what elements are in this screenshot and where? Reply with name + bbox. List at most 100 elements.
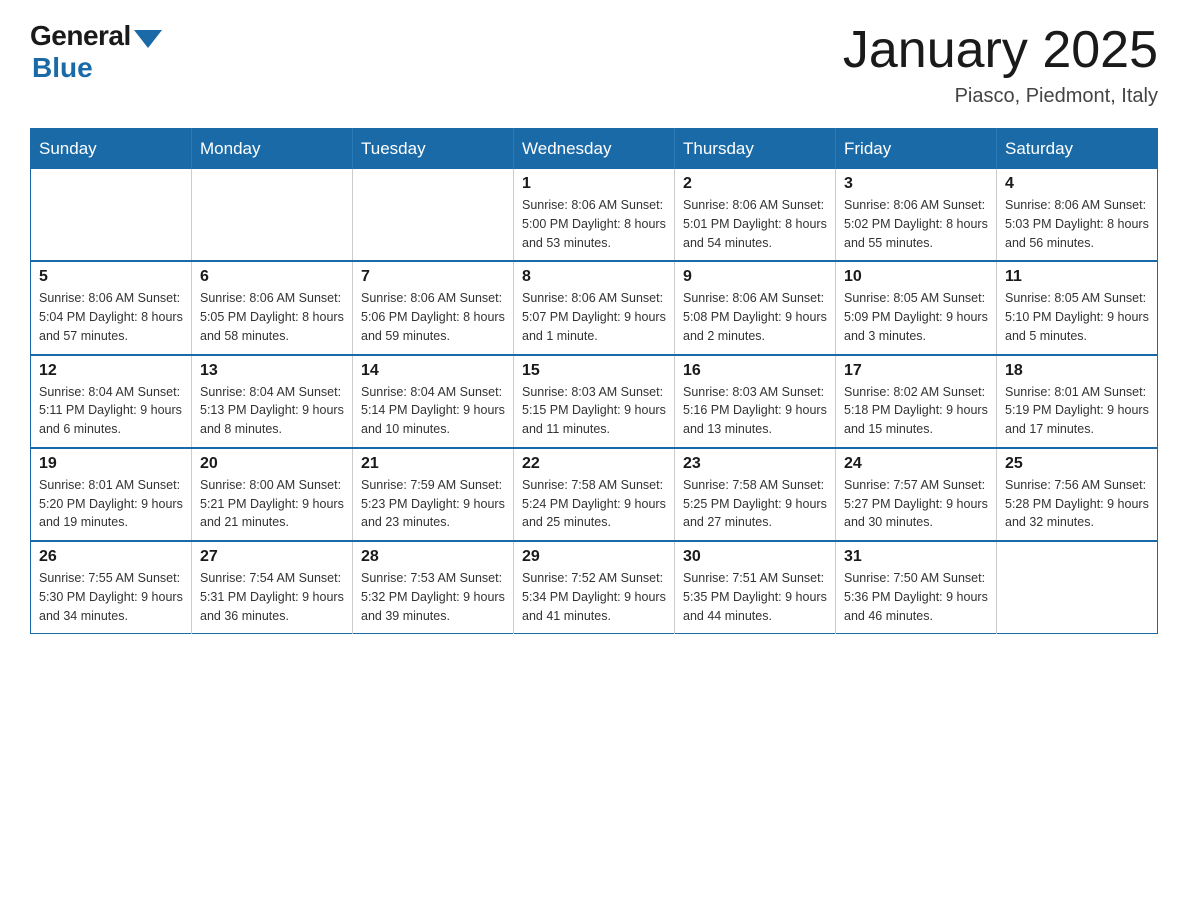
calendar-week-row: 1 Sunrise: 8:06 AM Sunset: 5:00 PM Daylig…	[31, 169, 1158, 261]
day-number: 31	[844, 548, 988, 566]
day-info: Sunrise: 7:53 AM Sunset: 5:32 PM Dayligh…	[361, 569, 505, 625]
day-number: 22	[522, 455, 666, 473]
calendar-cell: 21 Sunrise: 7:59 AM Sunset: 5:23 PM Dayli…	[353, 448, 514, 541]
day-info: Sunrise: 8:06 AM Sunset: 5:04 PM Dayligh…	[39, 289, 183, 345]
calendar-cell	[31, 169, 192, 261]
day-number: 8	[522, 268, 666, 286]
calendar-cell: 5 Sunrise: 8:06 AM Sunset: 5:04 PM Daylig…	[31, 261, 192, 354]
calendar-week-row: 5 Sunrise: 8:06 AM Sunset: 5:04 PM Daylig…	[31, 261, 1158, 354]
day-info: Sunrise: 8:06 AM Sunset: 5:08 PM Dayligh…	[683, 289, 827, 345]
day-number: 9	[683, 268, 827, 286]
day-info: Sunrise: 8:01 AM Sunset: 5:20 PM Dayligh…	[39, 476, 183, 532]
calendar-cell: 7 Sunrise: 8:06 AM Sunset: 5:06 PM Daylig…	[353, 261, 514, 354]
day-number: 6	[200, 268, 344, 286]
day-info: Sunrise: 8:06 AM Sunset: 5:07 PM Dayligh…	[522, 289, 666, 345]
day-number: 19	[39, 455, 183, 473]
logo-general-text: General	[30, 20, 131, 52]
calendar-week-row: 26 Sunrise: 7:55 AM Sunset: 5:30 PM Dayli…	[31, 541, 1158, 634]
day-info: Sunrise: 8:06 AM Sunset: 5:05 PM Dayligh…	[200, 289, 344, 345]
header-tuesday: Tuesday	[353, 129, 514, 170]
header-monday: Monday	[192, 129, 353, 170]
day-number: 7	[361, 268, 505, 286]
day-info: Sunrise: 7:58 AM Sunset: 5:25 PM Dayligh…	[683, 476, 827, 532]
day-info: Sunrise: 7:50 AM Sunset: 5:36 PM Dayligh…	[844, 569, 988, 625]
page-header: General Blue January 2025 Piasco, Piedmo…	[30, 20, 1158, 108]
calendar-cell: 18 Sunrise: 8:01 AM Sunset: 5:19 PM Dayli…	[997, 355, 1158, 448]
day-info: Sunrise: 8:00 AM Sunset: 5:21 PM Dayligh…	[200, 476, 344, 532]
day-info: Sunrise: 8:05 AM Sunset: 5:10 PM Dayligh…	[1005, 289, 1149, 345]
calendar-cell: 26 Sunrise: 7:55 AM Sunset: 5:30 PM Dayli…	[31, 541, 192, 634]
day-info: Sunrise: 7:56 AM Sunset: 5:28 PM Dayligh…	[1005, 476, 1149, 532]
day-number: 2	[683, 175, 827, 193]
calendar-cell: 22 Sunrise: 7:58 AM Sunset: 5:24 PM Dayli…	[514, 448, 675, 541]
calendar-cell: 1 Sunrise: 8:06 AM Sunset: 5:00 PM Daylig…	[514, 169, 675, 261]
calendar-cell: 27Sunrise: 7:54 AM Sunset: 5:31 PM Dayli…	[192, 541, 353, 634]
calendar-week-row: 19 Sunrise: 8:01 AM Sunset: 5:20 PM Dayli…	[31, 448, 1158, 541]
calendar-cell	[192, 169, 353, 261]
header-saturday: Saturday	[997, 129, 1158, 170]
day-info: Sunrise: 8:06 AM Sunset: 5:00 PM Dayligh…	[522, 196, 666, 252]
day-number: 1	[522, 175, 666, 193]
day-number: 15	[522, 362, 666, 380]
day-number: 26	[39, 548, 183, 566]
calendar-table: SundayMondayTuesdayWednesdayThursdayFrid…	[30, 128, 1158, 634]
day-info: Sunrise: 7:51 AM Sunset: 5:35 PM Dayligh…	[683, 569, 827, 625]
day-number: 17	[844, 362, 988, 380]
calendar-cell: 16 Sunrise: 8:03 AM Sunset: 5:16 PM Dayli…	[675, 355, 836, 448]
day-number: 21	[361, 455, 505, 473]
calendar-cell: 28 Sunrise: 7:53 AM Sunset: 5:32 PM Dayli…	[353, 541, 514, 634]
day-info: Sunrise: 8:04 AM Sunset: 5:11 PM Dayligh…	[39, 383, 183, 439]
day-number: 28	[361, 548, 505, 566]
calendar-cell: 8 Sunrise: 8:06 AM Sunset: 5:07 PM Daylig…	[514, 261, 675, 354]
calendar-cell: 20Sunrise: 8:00 AM Sunset: 5:21 PM Dayli…	[192, 448, 353, 541]
day-info: Sunrise: 7:55 AM Sunset: 5:30 PM Dayligh…	[39, 569, 183, 625]
day-info: Sunrise: 8:04 AM Sunset: 5:14 PM Dayligh…	[361, 383, 505, 439]
calendar-cell: 19 Sunrise: 8:01 AM Sunset: 5:20 PM Dayli…	[31, 448, 192, 541]
header-thursday: Thursday	[675, 129, 836, 170]
day-number: 24	[844, 455, 988, 473]
day-number: 5	[39, 268, 183, 286]
day-info: Sunrise: 8:01 AM Sunset: 5:19 PM Dayligh…	[1005, 383, 1149, 439]
day-number: 25	[1005, 455, 1149, 473]
calendar-cell: 2 Sunrise: 8:06 AM Sunset: 5:01 PM Daylig…	[675, 169, 836, 261]
calendar-cell: 31 Sunrise: 7:50 AM Sunset: 5:36 PM Dayli…	[836, 541, 997, 634]
calendar-cell: 4Sunrise: 8:06 AM Sunset: 5:03 PM Daylig…	[997, 169, 1158, 261]
day-info: Sunrise: 8:05 AM Sunset: 5:09 PM Dayligh…	[844, 289, 988, 345]
calendar-cell: 10 Sunrise: 8:05 AM Sunset: 5:09 PM Dayli…	[836, 261, 997, 354]
day-info: Sunrise: 8:03 AM Sunset: 5:15 PM Dayligh…	[522, 383, 666, 439]
day-number: 10	[844, 268, 988, 286]
location-subtitle: Piasco, Piedmont, Italy	[843, 85, 1158, 108]
day-info: Sunrise: 8:04 AM Sunset: 5:13 PM Dayligh…	[200, 383, 344, 439]
calendar-cell: 15 Sunrise: 8:03 AM Sunset: 5:15 PM Dayli…	[514, 355, 675, 448]
logo-triangle-icon	[134, 30, 162, 48]
calendar-cell: 17Sunrise: 8:02 AM Sunset: 5:18 PM Dayli…	[836, 355, 997, 448]
logo-blue-text: Blue	[32, 52, 93, 84]
header-sunday: Sunday	[31, 129, 192, 170]
logo: General Blue	[30, 20, 162, 84]
day-info: Sunrise: 8:06 AM Sunset: 5:01 PM Dayligh…	[683, 196, 827, 252]
calendar-cell: 3Sunrise: 8:06 AM Sunset: 5:02 PM Daylig…	[836, 169, 997, 261]
calendar-cell: 23 Sunrise: 7:58 AM Sunset: 5:25 PM Dayli…	[675, 448, 836, 541]
calendar-cell: 13Sunrise: 8:04 AM Sunset: 5:13 PM Dayli…	[192, 355, 353, 448]
calendar-cell: 30Sunrise: 7:51 AM Sunset: 5:35 PM Dayli…	[675, 541, 836, 634]
day-number: 23	[683, 455, 827, 473]
day-info: Sunrise: 8:03 AM Sunset: 5:16 PM Dayligh…	[683, 383, 827, 439]
calendar-week-row: 12Sunrise: 8:04 AM Sunset: 5:11 PM Dayli…	[31, 355, 1158, 448]
calendar-cell	[353, 169, 514, 261]
day-number: 14	[361, 362, 505, 380]
header-friday: Friday	[836, 129, 997, 170]
day-info: Sunrise: 7:57 AM Sunset: 5:27 PM Dayligh…	[844, 476, 988, 532]
calendar-cell: 14 Sunrise: 8:04 AM Sunset: 5:14 PM Dayli…	[353, 355, 514, 448]
calendar-cell: 24 Sunrise: 7:57 AM Sunset: 5:27 PM Dayli…	[836, 448, 997, 541]
calendar-header-row: SundayMondayTuesdayWednesdayThursdayFrid…	[31, 129, 1158, 170]
day-number: 11	[1005, 268, 1149, 286]
day-info: Sunrise: 7:52 AM Sunset: 5:34 PM Dayligh…	[522, 569, 666, 625]
calendar-cell: 6 Sunrise: 8:06 AM Sunset: 5:05 PM Daylig…	[192, 261, 353, 354]
day-info: Sunrise: 8:06 AM Sunset: 5:06 PM Dayligh…	[361, 289, 505, 345]
day-number: 16	[683, 362, 827, 380]
calendar-cell: 12Sunrise: 8:04 AM Sunset: 5:11 PM Dayli…	[31, 355, 192, 448]
month-title: January 2025	[843, 20, 1158, 80]
day-info: Sunrise: 7:59 AM Sunset: 5:23 PM Dayligh…	[361, 476, 505, 532]
day-info: Sunrise: 7:58 AM Sunset: 5:24 PM Dayligh…	[522, 476, 666, 532]
day-number: 18	[1005, 362, 1149, 380]
